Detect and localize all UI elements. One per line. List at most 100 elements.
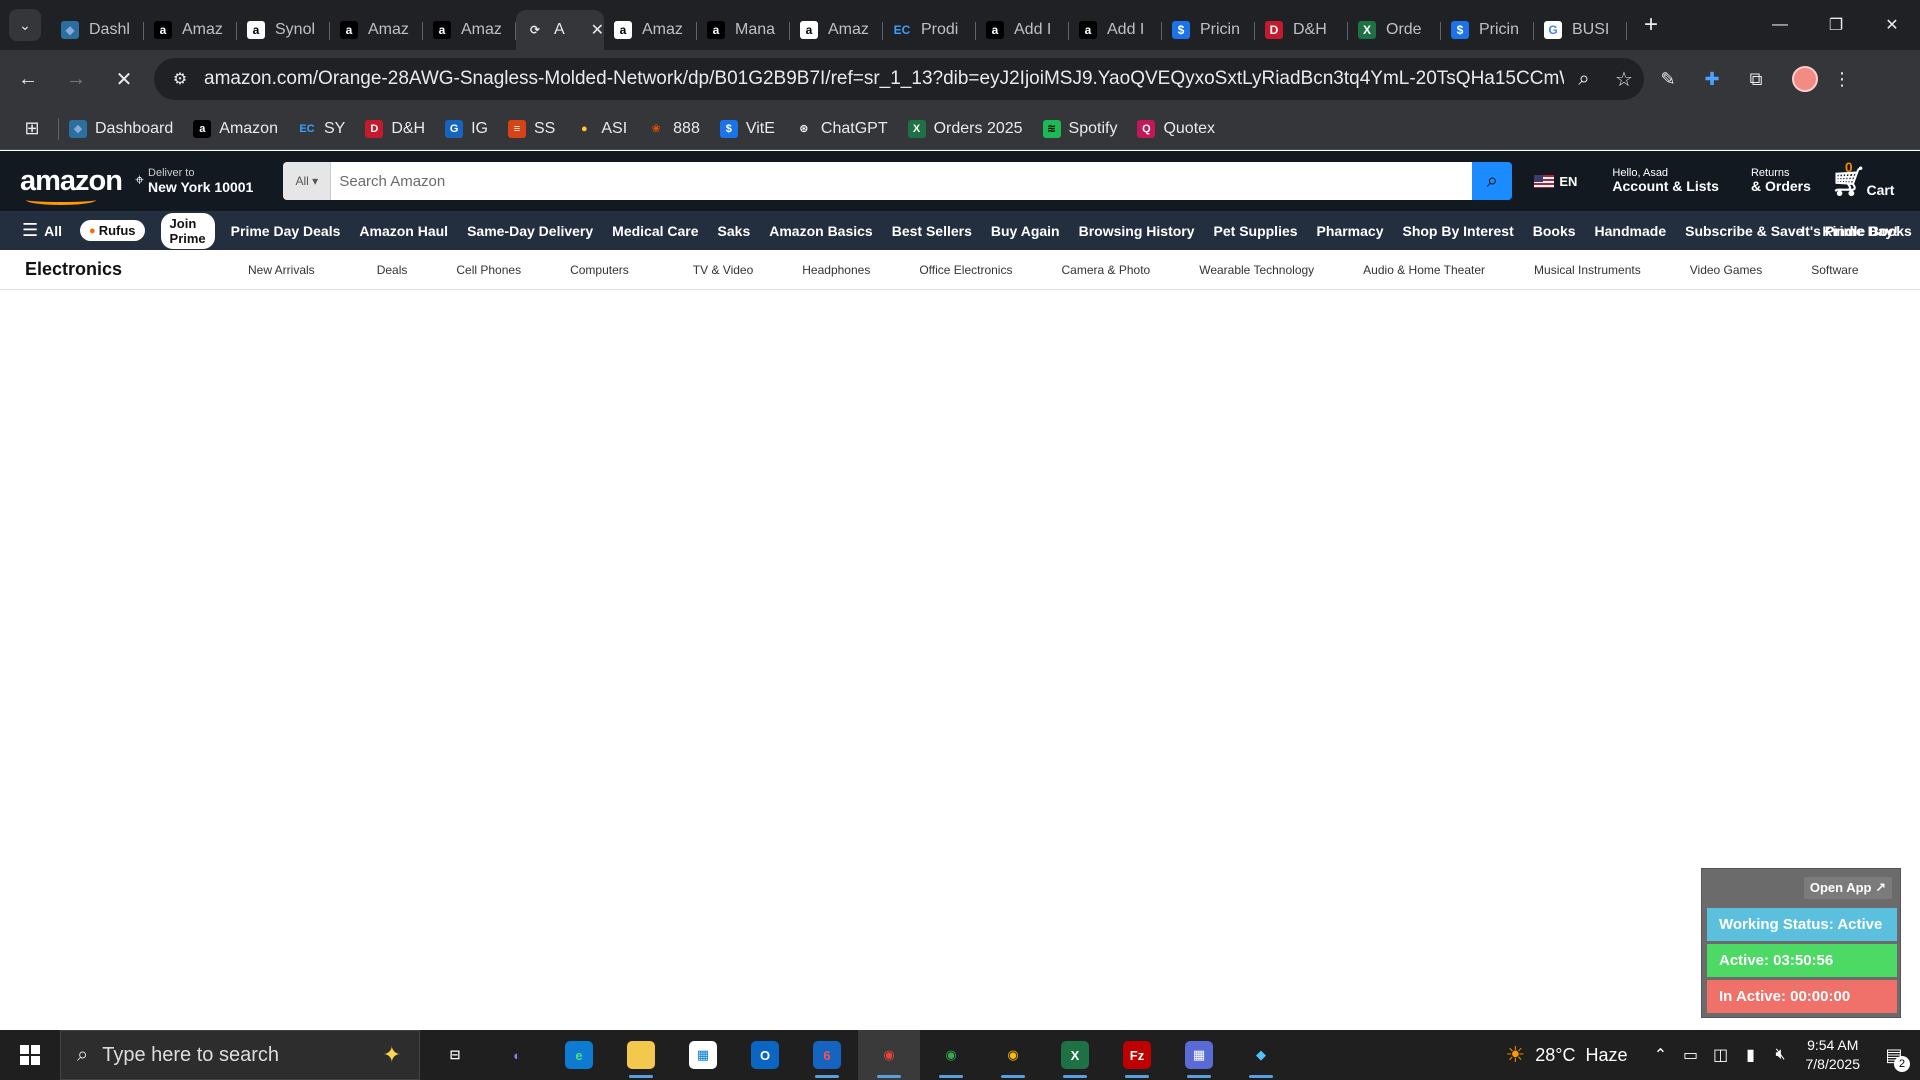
subnav-link[interactable]: Camera & Photo bbox=[1061, 263, 1150, 277]
zoom-icon[interactable]: ⌕ bbox=[1564, 68, 1604, 91]
nav-link[interactable]: Handmade bbox=[1595, 223, 1667, 239]
bookmark-item[interactable]: $ VitE bbox=[719, 119, 775, 138]
meet-now-icon[interactable]: ◫ bbox=[1706, 1045, 1736, 1065]
bookmark-item[interactable]: Q Quotex bbox=[1137, 119, 1215, 138]
browser-tab[interactable]: a Amaz bbox=[604, 10, 697, 50]
browser-tab[interactable]: X Orde bbox=[1348, 10, 1441, 50]
notifications-button[interactable]: ▤ 2 bbox=[1874, 1045, 1914, 1072]
bookmark-item[interactable]: ≡ SS bbox=[508, 119, 555, 138]
extensions-menu-icon[interactable]: ⧉ bbox=[1736, 59, 1776, 99]
close-window-button[interactable]: ✕ bbox=[1864, 0, 1920, 50]
nav-link[interactable]: Subscribe & Save bbox=[1685, 223, 1803, 239]
profile-avatar[interactable] bbox=[1792, 66, 1818, 92]
bookmark-item[interactable]: G IG bbox=[445, 119, 488, 138]
apps-grid-icon[interactable]: ⊞ bbox=[12, 118, 52, 139]
back-button[interactable]: ← bbox=[8, 59, 48, 99]
amazon-search-input[interactable] bbox=[331, 162, 1473, 200]
language-selector[interactable]: EN bbox=[1534, 174, 1577, 189]
restore-button[interactable]: ❐ bbox=[1808, 0, 1864, 50]
chevron-up-icon[interactable]: ⌃ bbox=[1646, 1045, 1676, 1065]
deliver-to[interactable]: ⌖ Deliver to New York 10001 bbox=[135, 167, 253, 195]
bookmark-item[interactable]: ❀ 888 bbox=[647, 119, 700, 138]
subnav-link[interactable]: Video Games bbox=[1690, 263, 1763, 277]
taskbar-search[interactable]: ⌕ Type here to search ✦ bbox=[60, 1030, 420, 1080]
subnav-link[interactable]: Office Electronics bbox=[919, 263, 1012, 277]
nav-link[interactable]: Amazon Haul bbox=[359, 223, 448, 239]
forward-button[interactable]: → bbox=[56, 59, 96, 99]
rufus-button[interactable]: ● Rufus bbox=[80, 220, 145, 241]
browser-tab[interactable]: a Add I bbox=[1069, 10, 1162, 50]
taskbar-app-button[interactable]: e bbox=[548, 1030, 610, 1080]
nav-link[interactable]: Browsing History bbox=[1079, 223, 1195, 239]
address-bar[interactable]: ⚙ amazon.com/Orange-28AWG-Snagless-Molde… bbox=[154, 58, 1644, 100]
browser-menu-icon[interactable]: ⋮ bbox=[1822, 59, 1862, 99]
nav-link[interactable]: Pharmacy bbox=[1317, 223, 1384, 239]
bookmark-item[interactable]: EC SY bbox=[297, 119, 345, 138]
browser-tab[interactable]: a Amaz bbox=[144, 10, 237, 50]
subnav-link[interactable]: Musical Instruments bbox=[1534, 263, 1641, 277]
taskbar-app-button[interactable]: ◐ bbox=[486, 1030, 548, 1080]
open-app-button[interactable]: Open App ↗ bbox=[1803, 877, 1892, 899]
taskbar-app-button[interactable]: ◆ bbox=[1230, 1030, 1292, 1080]
browser-tab[interactable]: EC Prodi bbox=[883, 10, 976, 50]
bookmark-item[interactable]: ● ASI bbox=[575, 119, 627, 138]
nav-link[interactable]: Medical Care bbox=[612, 223, 698, 239]
browser-tab[interactable]: D D&H bbox=[1255, 10, 1348, 50]
nav-link[interactable]: Saks bbox=[718, 223, 751, 239]
browser-tab[interactable]: ◆ Dashl bbox=[51, 10, 144, 50]
bookmark-item[interactable]: X Orders 2025 bbox=[907, 119, 1023, 138]
join-prime-button[interactable]: Join Prime bbox=[160, 212, 215, 249]
bookmark-item[interactable]: a Amazon bbox=[193, 119, 278, 138]
returns-orders[interactable]: Returns & Orders bbox=[1751, 167, 1811, 194]
subnav-link[interactable]: Headphones bbox=[802, 263, 870, 277]
bookmark-item[interactable]: ◆ Dashboard bbox=[69, 119, 173, 138]
search-submit-button[interactable]: ⌕ bbox=[1472, 162, 1513, 200]
cart-button[interactable]: 🛒︎ 0 Cart bbox=[1831, 159, 1895, 198]
display-icon[interactable]: ▭ bbox=[1676, 1045, 1706, 1065]
nav-link[interactable]: Same-Day Delivery bbox=[467, 223, 593, 239]
bookmark-item[interactable]: ⊛ ChatGPT bbox=[794, 119, 888, 138]
stop-loading-button[interactable]: ✕ bbox=[104, 59, 144, 99]
subnav-link[interactable]: Computers bbox=[570, 263, 629, 277]
taskbar-app-button[interactable]: 6 bbox=[796, 1030, 858, 1080]
taskbar-app-button[interactable]: ▬ bbox=[610, 1030, 672, 1080]
minimize-button[interactable]: — bbox=[1752, 0, 1808, 50]
url-text[interactable]: amazon.com/Orange-28AWG-Snagless-Molded-… bbox=[200, 68, 1564, 90]
volume-muted-icon[interactable]: 🔇︎ bbox=[1766, 1046, 1796, 1064]
nav-link[interactable]: Buy Again bbox=[991, 223, 1060, 239]
nav-link[interactable]: Shop By Interest bbox=[1402, 223, 1513, 239]
new-tab-button[interactable]: + bbox=[1635, 9, 1667, 41]
start-button[interactable] bbox=[0, 1030, 60, 1080]
search-category-select[interactable]: All ▾ bbox=[283, 162, 332, 200]
nav-link[interactable]: Prime Day Deals bbox=[231, 223, 341, 239]
subnav-link[interactable]: Software bbox=[1811, 263, 1858, 277]
nav-link[interactable]: Pet Supplies bbox=[1214, 223, 1298, 239]
browser-tab[interactable]: a Amaz bbox=[790, 10, 883, 50]
taskbar-clock[interactable]: 9:54 AM 7/8/2025 bbox=[1806, 1036, 1861, 1074]
nav-link[interactable]: Amazon Basics bbox=[769, 223, 872, 239]
subnav-title[interactable]: Electronics bbox=[25, 259, 248, 280]
nav-link[interactable]: Best Sellers bbox=[892, 223, 972, 239]
bookmark-star-icon[interactable]: ☆ bbox=[1604, 67, 1644, 92]
subnav-link[interactable]: New Arrivals bbox=[248, 263, 315, 277]
account-lists[interactable]: Hello, Asad Account & Lists bbox=[1612, 167, 1719, 194]
amazon-logo[interactable]: amazon bbox=[20, 165, 123, 205]
subnav-link[interactable]: Cell Phones bbox=[456, 263, 521, 277]
taskbar-app-button[interactable]: ⊟ bbox=[424, 1030, 486, 1080]
weather-widget[interactable]: ☀ 28°C Haze bbox=[1506, 1042, 1628, 1068]
browser-tab[interactable]: a Amaz bbox=[423, 10, 516, 50]
browser-tab[interactable]: a Mana bbox=[697, 10, 790, 50]
bookmark-item[interactable]: ≋ Spotify bbox=[1042, 119, 1117, 138]
nav-link[interactable]: Books bbox=[1533, 223, 1576, 239]
tab-search-button[interactable]: ⌄ bbox=[9, 9, 41, 41]
battery-icon[interactable]: ▮ bbox=[1736, 1045, 1766, 1065]
taskbar-app-button[interactable]: ◉ bbox=[858, 1030, 920, 1080]
subnav-link[interactable]: Wearable Technology bbox=[1199, 263, 1314, 277]
browser-tab[interactable]: $ Pricin bbox=[1441, 10, 1534, 50]
browser-tab[interactable]: a Add I bbox=[976, 10, 1069, 50]
browser-tab[interactable]: a Amaz bbox=[330, 10, 423, 50]
bookmark-item[interactable]: D D&H bbox=[365, 119, 425, 138]
extension-feather-icon[interactable]: ✎ bbox=[1648, 59, 1688, 99]
browser-tab[interactable]: ⟳ A ✕ bbox=[516, 10, 604, 50]
extension-puzzle-blue-icon[interactable]: ✚ bbox=[1692, 59, 1732, 99]
